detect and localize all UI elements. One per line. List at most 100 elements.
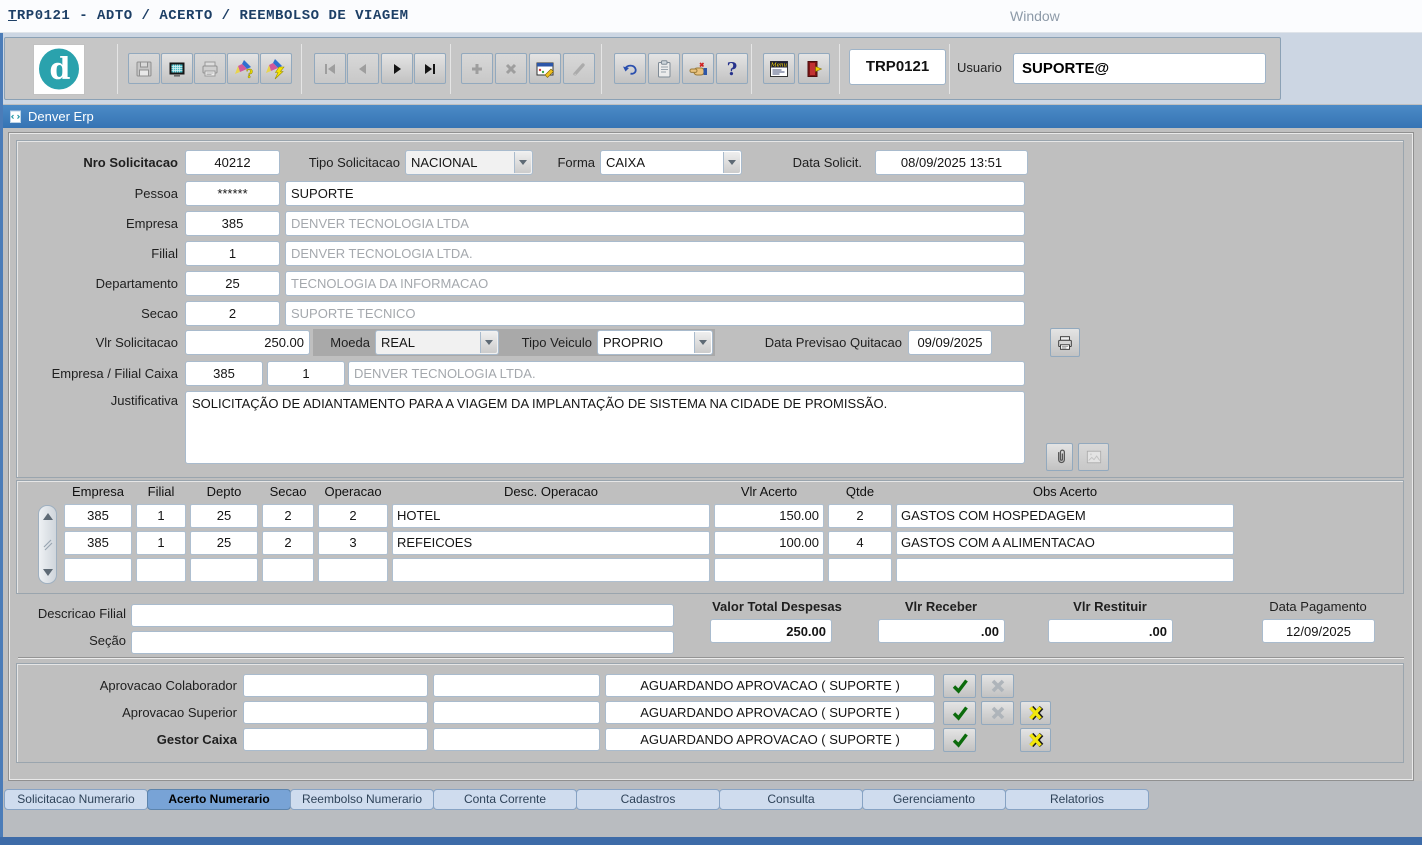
tab-gerenciamento[interactable]: Gerenciamento	[862, 789, 1006, 810]
scrollbar-grip-icon[interactable]	[42, 538, 54, 557]
print-button[interactable]	[194, 53, 226, 84]
tab-acerto-numerario[interactable]: Acerto Numerario	[147, 789, 291, 810]
previous-record-button[interactable]	[347, 53, 379, 84]
save-button[interactable]	[128, 53, 160, 84]
first-record-button[interactable]	[314, 53, 346, 84]
nro-solicitacao-field[interactable]: 40212	[185, 150, 280, 175]
secao-total-field[interactable]	[131, 631, 674, 654]
edit-record-button[interactable]	[563, 53, 595, 84]
pessoa-code-field[interactable]: ******	[185, 181, 280, 206]
execute-query-button[interactable]	[260, 53, 292, 84]
grid-cell[interactable]: 4	[828, 531, 892, 555]
scroll-down-icon[interactable]	[41, 566, 54, 579]
moeda-select[interactable]: REAL	[375, 330, 499, 355]
reject-superior-button[interactable]	[981, 701, 1014, 725]
clipboard-button[interactable]	[648, 53, 680, 84]
attachment-button[interactable]	[1046, 443, 1073, 471]
delete-record-button[interactable]	[495, 53, 527, 84]
chevron-down-icon[interactable]	[723, 152, 740, 173]
filial-code-field[interactable]: 1	[185, 241, 280, 266]
grid-cell[interactable]: GASTOS COM HOSPEDAGEM	[896, 504, 1234, 528]
pessoa-nome-field[interactable]: SUPORTE	[285, 181, 1025, 206]
grid-cell[interactable]	[828, 558, 892, 582]
grid-cell[interactable]: REFEICOES	[392, 531, 710, 555]
tab-consulta[interactable]: Consulta	[719, 789, 863, 810]
menu-button[interactable]: Menu	[763, 53, 795, 84]
exit-button[interactable]	[798, 53, 830, 84]
cancel-superior-button[interactable]	[1020, 701, 1051, 725]
data-previsao-field[interactable]: 09/09/2025	[908, 330, 992, 355]
next-record-button[interactable]	[381, 53, 413, 84]
query-window-button[interactable]	[529, 53, 561, 84]
gestor-caixa-date-field[interactable]	[433, 728, 600, 751]
grid-cell[interactable]: 150.00	[714, 504, 824, 528]
menu-window[interactable]: Window	[1010, 8, 1060, 24]
approve-gestor-button[interactable]	[943, 728, 976, 752]
tab-conta-corrente[interactable]: Conta Corrente	[433, 789, 577, 810]
grid-cell[interactable]	[318, 558, 388, 582]
undo-button[interactable]	[614, 53, 646, 84]
empresa-caixa-field[interactable]: 385	[185, 361, 263, 386]
last-record-button[interactable]	[414, 53, 446, 84]
insert-record-button[interactable]	[461, 53, 493, 84]
grid-cell[interactable]: 25	[190, 531, 258, 555]
chevron-down-icon[interactable]	[514, 152, 531, 173]
screen-button[interactable]	[161, 53, 193, 84]
reject-colaborador-button[interactable]	[981, 674, 1014, 698]
approve-superior-button[interactable]	[943, 701, 976, 725]
tipo-solicitacao-select[interactable]: NACIONAL	[405, 150, 533, 175]
grid-cell[interactable]: 2	[262, 504, 314, 528]
grid-cell[interactable]: 385	[64, 531, 132, 555]
grid-cell[interactable]	[64, 558, 132, 582]
aprovacao-superior-date-field[interactable]	[433, 701, 600, 724]
gestor-caixa-user-field[interactable]	[243, 728, 428, 751]
grid-cell[interactable]	[714, 558, 824, 582]
grid-cell[interactable]: 1	[136, 531, 186, 555]
grid-cell[interactable]	[262, 558, 314, 582]
secao-code-field[interactable]: 2	[185, 301, 280, 326]
grid-cell[interactable]: 1	[136, 504, 186, 528]
enter-query-button[interactable]: ?	[227, 53, 259, 84]
forma-select[interactable]: CAIXA	[600, 150, 742, 175]
chevron-down-icon[interactable]	[694, 332, 711, 353]
usuario-field[interactable]: SUPORTE@	[1013, 53, 1266, 84]
grid-cell[interactable]	[136, 558, 186, 582]
grid-cell[interactable]	[392, 558, 710, 582]
image-attachment-button[interactable]	[1078, 443, 1109, 471]
justificativa-field[interactable]: SOLICITAÇÃO DE ADIANTAMENTO PARA A VIAGE…	[185, 391, 1025, 464]
chevron-down-icon[interactable]	[480, 332, 497, 353]
hand-grab-button[interactable]	[682, 53, 714, 84]
grid-cell[interactable]	[896, 558, 1234, 582]
grid-cell[interactable]: 2	[318, 504, 388, 528]
vlr-solicitacao-field[interactable]: 250.00	[185, 330, 310, 355]
aprovacao-colaborador-date-field[interactable]	[433, 674, 600, 697]
grid-cell[interactable]	[190, 558, 258, 582]
scroll-up-icon[interactable]	[41, 510, 54, 523]
descricao-filial-field[interactable]	[131, 604, 674, 627]
data-pagamento-field[interactable]: 12/09/2025	[1262, 619, 1375, 643]
tab-cadastros[interactable]: Cadastros	[576, 789, 720, 810]
grid-scrollbar[interactable]	[38, 505, 57, 584]
grid-cell[interactable]: 3	[318, 531, 388, 555]
cancel-gestor-button[interactable]	[1020, 728, 1051, 752]
grid-cell[interactable]: 25	[190, 504, 258, 528]
empresa-code-field[interactable]: 385	[185, 211, 280, 236]
data-solicit-field[interactable]: 08/09/2025 13:51	[875, 150, 1028, 175]
grid-cell[interactable]: 2	[262, 531, 314, 555]
grid-cell[interactable]: 100.00	[714, 531, 824, 555]
aprovacao-superior-user-field[interactable]	[243, 701, 428, 724]
grid-cell[interactable]: GASTOS COM A ALIMENTACAO	[896, 531, 1234, 555]
tab-relatorios[interactable]: Relatorios	[1005, 789, 1149, 810]
tipo-veiculo-select[interactable]: PROPRIO	[597, 330, 713, 355]
aprovacao-colaborador-user-field[interactable]	[243, 674, 428, 697]
grid-cell[interactable]: 2	[828, 504, 892, 528]
departamento-code-field[interactable]: 25	[185, 271, 280, 296]
help-button[interactable]: ?	[716, 53, 748, 84]
tab-solicitacao-numerario[interactable]: Solicitacao Numerario	[4, 789, 148, 810]
grid-cell[interactable]: HOTEL	[392, 504, 710, 528]
grid-cell[interactable]: 385	[64, 504, 132, 528]
tab-reembolso-numerario[interactable]: Reembolso Numerario	[290, 789, 434, 810]
approve-colaborador-button[interactable]	[943, 674, 976, 698]
print-request-button[interactable]	[1050, 328, 1080, 357]
filial-caixa-field[interactable]: 1	[267, 361, 345, 386]
